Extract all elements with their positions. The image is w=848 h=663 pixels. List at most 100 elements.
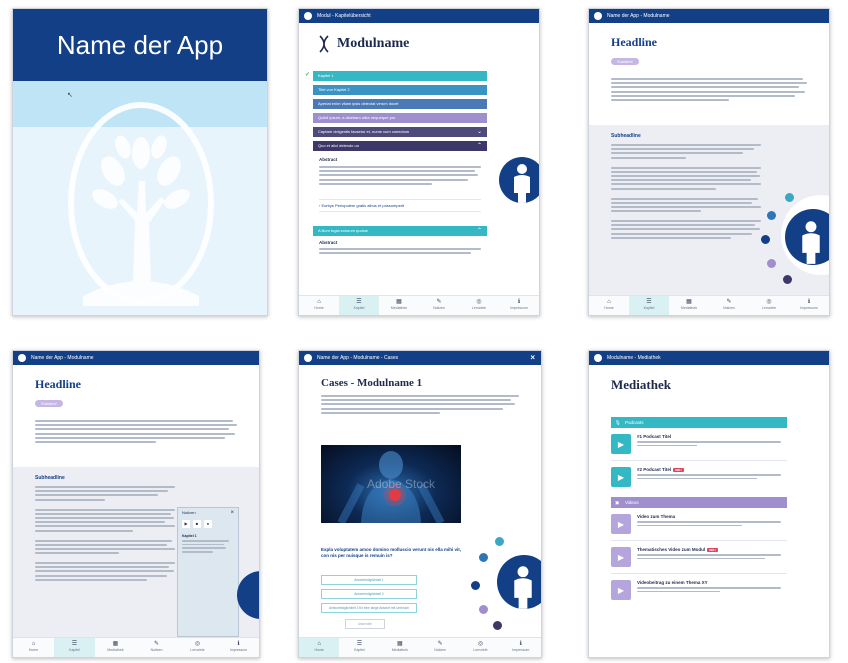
media-title: Thematisches Video zum Modul NEU — [637, 547, 787, 552]
record-icon[interactable]: ● — [204, 520, 212, 528]
nav-notizen[interactable]: ✎ Notizen — [136, 638, 177, 657]
answer-option[interactable]: Antwortmöglichkeit 1 — [321, 575, 417, 585]
nav-home[interactable]: ⌂ Home — [299, 296, 339, 315]
fab-teal-icon[interactable] — [785, 193, 794, 202]
person-icon — [514, 566, 532, 609]
fab-dark-icon[interactable] — [783, 275, 792, 284]
fab-blue-icon[interactable] — [767, 211, 776, 220]
close-icon[interactable]: × — [230, 508, 234, 518]
chapter-label: Quibil ipsum, a dicebam ultra nequeque p… — [318, 115, 396, 120]
fab-purple-icon[interactable] — [767, 259, 776, 268]
topbar-title: Modul - Kapitelübersicht — [317, 13, 371, 19]
chapter-item[interactable]: Captare cinigentis facsetur et, nume cum… — [313, 127, 487, 137]
new-badge: NEU — [707, 547, 718, 552]
video-icon: ▣ — [615, 500, 620, 505]
nav-kapitel[interactable]: ☰ Kapitel — [54, 638, 95, 657]
nav-mediathek[interactable]: ▦ Mediathek — [379, 296, 419, 315]
play-icon[interactable]: ▶ — [611, 434, 631, 454]
splash-body — [13, 81, 267, 315]
nav-mediathek[interactable]: ▦ Mediathek — [669, 296, 709, 315]
nav-notizen[interactable]: ✎ Notizen — [420, 638, 460, 657]
media-item[interactable]: ▶ #2 Podcast Titel NEU — [611, 467, 787, 487]
chapter-overview-screen: Modul - Kapitelübersicht Modulname ✔ Kap… — [298, 8, 540, 316]
close-icon[interactable]: × — [530, 351, 535, 365]
topbar: Name der App - Modulname — [589, 9, 829, 23]
stop-icon[interactable]: ■ — [193, 520, 201, 528]
media-item[interactable]: ▶ Video zum Thema — [611, 514, 787, 534]
chapter-item[interactable]: Titel von Kapitel 2 — [313, 85, 487, 95]
list-icon: ☰ — [71, 641, 78, 647]
nav-impressum[interactable]: ℹ Impressum — [501, 638, 541, 657]
media-item[interactable]: ▶ Thematisches Video zum Modul NEU — [611, 547, 787, 567]
nav-lernziele[interactable]: ◎ Lernziele — [460, 638, 500, 657]
media-item[interactable]: ▶ #1 Podcast Titel — [611, 434, 787, 454]
nav-mediathek[interactable]: ▦ Mediathek — [95, 638, 136, 657]
nav-kapitel[interactable]: ☰ Kapitel — [629, 296, 669, 315]
answer-option[interactable]: Antwortmöglichkeit 2 — [321, 589, 417, 599]
play-icon[interactable]: ▶ — [611, 514, 631, 534]
notes-toolbar: ▶ ■ ● — [178, 518, 238, 530]
submit-button[interactable]: Absenden — [345, 619, 385, 629]
target-icon: ◎ — [194, 641, 201, 647]
media-description — [637, 587, 787, 593]
nav-home[interactable]: ⌂ Home — [299, 638, 340, 657]
nav-kapitel[interactable]: ☰ Kapitel — [339, 296, 379, 315]
nav-impressum[interactable]: ℹ Impressum — [499, 296, 539, 315]
divider — [611, 573, 787, 574]
nav-label: Impressum — [229, 648, 248, 652]
fab-blue-icon[interactable] — [479, 553, 488, 562]
nav-notizen[interactable]: ✎ Notizen — [419, 296, 459, 315]
home-icon: ⌂ — [317, 299, 321, 305]
bottom-navigation: ⌂ Home ☰ Kapitel ▦ Mediathek ✎ Notizen ◎ Lern… — [299, 295, 539, 315]
nav-notizen[interactable]: ✎ Notizen — [709, 296, 749, 315]
play-icon[interactable]: ▶ — [182, 520, 190, 528]
videos-section-header: ▣ Videos — [611, 497, 787, 508]
chapter-item-open[interactable]: Quo et alicl delendo uo ⌃ — [313, 141, 487, 151]
answer-option[interactable]: Antwortmöglichkeit 3 für eine lange Antw… — [321, 603, 417, 613]
nav-lernziele[interactable]: ◎ Lernziele — [177, 638, 218, 657]
nav-lernziele[interactable]: ◎ Lernziele — [749, 296, 789, 315]
chapter-item[interactable]: Quibil ipsum, a dicebam ultra nequeque p… — [313, 113, 487, 123]
fab-navy-icon[interactable] — [471, 581, 480, 590]
info-icon: ℹ — [237, 641, 240, 647]
notes-popup-header: Notizen × — [178, 508, 238, 518]
intro-text — [611, 78, 807, 101]
sublabel-pill: Sublabel — [35, 400, 63, 407]
info-icon: ℹ — [517, 299, 521, 305]
nav-impressum[interactable]: ℹ Impressum — [789, 296, 829, 315]
nav-label: Mediathek — [390, 306, 408, 310]
nav-impressum[interactable]: ℹ Impressum — [218, 638, 259, 657]
chapter-item[interactable]: Kapitel 1 — [313, 71, 487, 81]
cursor-icon: ↖ — [67, 92, 73, 99]
media-description — [637, 474, 787, 480]
abstract-text-2 — [319, 247, 481, 254]
notes-popup-title: Notizen — [182, 510, 196, 515]
answer-options: Antwortmöglichkeit 1 Antwortmöglichkeit … — [321, 575, 417, 629]
nav-label: Lernziele — [190, 648, 205, 652]
person-avatar-circle — [497, 555, 541, 609]
fab-teal-icon[interactable] — [495, 537, 504, 546]
nav-label: Kapitel — [354, 648, 365, 652]
chapter-item-open[interactable]: A illum fugia solorum qualue ⌃ — [313, 225, 487, 236]
cases-screen: Name der App - Modulname - Cases × Cases … — [298, 350, 542, 658]
play-icon[interactable]: ▶ — [611, 580, 631, 600]
chapter-link[interactable]: › Eorbys Periopulem gratis albus et poss… — [319, 198, 481, 212]
nav-mediathek[interactable]: ▦ Mediathek — [380, 638, 420, 657]
nav-home[interactable]: ⌂ Home — [589, 296, 629, 315]
nav-label: Home — [28, 648, 39, 652]
fab-navy-icon[interactable] — [761, 235, 770, 244]
target-icon: ◎ — [477, 641, 484, 647]
play-icon[interactable]: ▶ — [611, 467, 631, 487]
nav-lernziele[interactable]: ◎ Lernziele — [459, 296, 499, 315]
fab-dark-icon[interactable] — [493, 621, 502, 630]
media-item[interactable]: ▶ Videobeitrag zu einem Thema XY — [611, 580, 787, 600]
nav-home[interactable]: ⌂ Home — [13, 638, 54, 657]
play-icon[interactable]: ▶ — [611, 547, 631, 567]
nav-kapitel[interactable]: ☰ Kapitel — [339, 638, 379, 657]
fab-purple-icon[interactable] — [479, 605, 488, 614]
nav-label: Home — [314, 306, 324, 310]
chapter-item[interactable]: Aperiat enim vitam ipsis delectat verum … — [313, 99, 487, 109]
intro-text — [35, 420, 237, 443]
info-icon: ℹ — [807, 299, 811, 305]
divider — [611, 540, 787, 541]
